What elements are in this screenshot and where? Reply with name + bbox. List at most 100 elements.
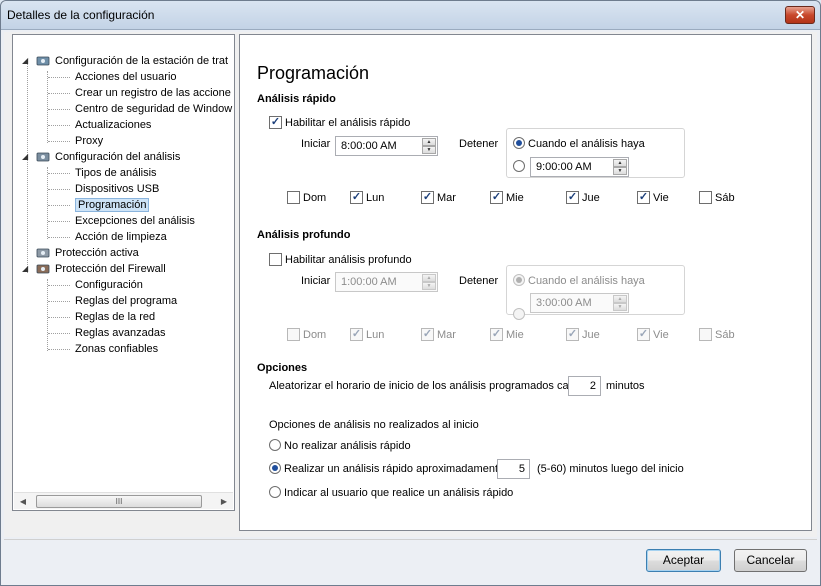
expand-toggle-icon[interactable]: ◢ <box>22 153 30 161</box>
quick-stop-time-picker[interactable]: 9:00:00 AM ▲ ▼ <box>530 157 629 177</box>
quick-start-time-picker[interactable]: 8:00:00 AM ▲ ▼ <box>335 136 438 156</box>
day-label: Jue <box>582 192 600 204</box>
tree-item[interactable]: Excepciones del análisis <box>75 213 195 229</box>
quick-day-checkbox[interactable]: ✓ Mie <box>490 190 524 205</box>
cancel-button[interactable]: Cancelar <box>734 549 807 572</box>
tree-item[interactable]: Reglas avanzadas <box>75 325 166 341</box>
tree-item[interactable]: Protección del Firewall <box>55 261 166 277</box>
tree-item[interactable]: Protección activa <box>55 245 139 261</box>
window-title: Detalles de la configuración <box>7 8 155 22</box>
quick-day-checkbox[interactable]: ✓ Mar <box>421 190 456 205</box>
spin-up-icon[interactable]: ▲ <box>422 274 436 282</box>
expand-toggle-icon[interactable]: ◢ <box>22 265 30 273</box>
checkbox-box: ✓ <box>350 190 363 204</box>
tree-item[interactable]: Reglas de la red <box>75 309 155 325</box>
tree-item-label: Reglas del programa <box>75 295 178 307</box>
tree-item-label: Programación <box>75 198 150 212</box>
deep-scan-enable-checkbox[interactable]: Habilitar análisis profundo <box>269 252 412 267</box>
deep-day-checkbox[interactable]: ✓ Mie <box>490 327 524 342</box>
day-label: Lun <box>366 329 385 341</box>
close-button[interactable]: ✕ <box>785 6 815 24</box>
tree-item[interactable]: Acción de limpieza <box>75 229 167 245</box>
radio-dot <box>269 439 281 452</box>
day-label: Dom <box>303 192 327 204</box>
tree-item-label: Acciones del usuario <box>75 71 177 83</box>
tree-item[interactable]: Programación <box>75 197 150 213</box>
radio-dot <box>269 486 281 499</box>
checkbox-box: ✓ <box>421 190 434 204</box>
title-bar[interactable]: Detalles de la configuración ✕ <box>1 1 820 30</box>
spin-down-icon[interactable]: ▼ <box>613 303 627 311</box>
missed-run-suffix: (5-60) minutos luego del inicio <box>537 463 684 475</box>
spin-down-icon[interactable]: ▼ <box>613 167 627 175</box>
deep-day-checkbox[interactable]: ✓ Vie <box>637 327 669 342</box>
tree-item[interactable]: Dispositivos USB <box>75 181 159 197</box>
tree-item-label: Protección del Firewall <box>55 263 166 275</box>
tree-item[interactable]: Acciones del usuario <box>75 69 177 85</box>
tree-horizontal-scrollbar[interactable]: ◀ III ▶ <box>14 492 233 509</box>
footer-divider <box>4 539 817 540</box>
tree-item[interactable]: Configuración de la estación de trat <box>55 53 228 69</box>
randomize-minutes-input[interactable]: 2 <box>568 376 601 396</box>
tree-item-label: Configuración <box>75 279 143 291</box>
quick-day-checkbox[interactable]: ✓ Vie <box>637 190 669 205</box>
tree-item[interactable]: Centro de seguridad de Window <box>75 101 232 117</box>
spin-up-icon[interactable]: ▲ <box>613 295 627 303</box>
quick-day-checkbox[interactable]: ✓ Lun <box>350 190 384 205</box>
missed-scans-label: Opciones de análisis no realizados al in… <box>269 419 479 431</box>
tree-item[interactable]: Proxy <box>75 133 103 149</box>
tree-item-label: Tipos de análisis <box>75 167 157 179</box>
tree-item-label: Dispositivos USB <box>75 183 160 195</box>
deep-day-checkbox[interactable]: Sáb <box>699 327 735 342</box>
deep-stop-time-picker[interactable]: 3:00:00 AM ▲ ▼ <box>530 293 629 313</box>
settings-tree: Configuración de la estación de trat ◢ Acc… <box>12 34 235 511</box>
quick-start-label: Iniciar <box>301 138 331 150</box>
spin-down-icon[interactable]: ▼ <box>422 282 436 290</box>
day-label: Vie <box>653 329 669 341</box>
deep-day-checkbox[interactable]: ✓ Jue <box>566 327 600 342</box>
radio-dot <box>513 274 525 287</box>
deep-start-time-picker[interactable]: 1:00:00 AM ▲ ▼ <box>335 272 438 292</box>
day-label: Mie <box>506 192 524 204</box>
quick-day-checkbox[interactable]: Sáb <box>699 190 735 205</box>
deep-stop-time-radio[interactable] <box>513 308 525 321</box>
tree-item-label: Proxy <box>75 135 104 147</box>
accept-button[interactable]: Aceptar <box>646 549 721 572</box>
deep-stop-when-radio[interactable]: Cuando el análisis haya <box>513 274 645 288</box>
checkbox-box: ✓ <box>421 327 434 341</box>
quick-day-checkbox[interactable]: Dom <box>287 190 327 205</box>
scroll-right-icon[interactable]: ▶ <box>217 495 231 508</box>
tree-item[interactable]: Reglas del programa <box>75 293 177 309</box>
tree-item[interactable]: Configuración del análisis <box>55 149 180 165</box>
deep-day-checkbox[interactable]: ✓ Mar <box>421 327 456 342</box>
tree-item-label: Centro de seguridad de Window <box>75 103 233 115</box>
day-label: Sáb <box>715 192 735 204</box>
missed-run-minutes-input[interactable]: 5 <box>497 459 530 479</box>
deep-day-checkbox[interactable]: Dom <box>287 327 326 342</box>
expand-toggle-icon[interactable]: ◢ <box>22 57 30 65</box>
tree-item[interactable]: Crear un registro de las accione <box>75 85 231 101</box>
options-heading: Opciones <box>257 362 308 374</box>
quick-scan-enable-checkbox[interactable]: ✓ Habilitar el análisis rápido <box>269 115 410 130</box>
tree-item-label: Configuración de la estación de trat <box>55 55 229 67</box>
scroll-thumb[interactable]: III <box>36 495 202 508</box>
tree-item[interactable]: Tipos de análisis <box>75 165 157 181</box>
firewall-icon <box>35 262 51 276</box>
missed-run-radio[interactable]: Realizar un análisis rápido aproximadame… <box>269 462 504 476</box>
spin-up-icon[interactable]: ▲ <box>422 138 436 146</box>
quick-day-checkbox[interactable]: ✓ Jue <box>566 190 600 205</box>
checkbox-box: ✓ <box>490 327 503 341</box>
quick-stop-time-radio[interactable] <box>513 160 525 173</box>
tree-item[interactable]: Zonas confiables <box>75 341 158 357</box>
tree-item-label: Excepciones del análisis <box>75 215 195 227</box>
tree-item[interactable]: Actualizaciones <box>75 117 151 133</box>
spin-down-icon[interactable]: ▼ <box>422 146 436 154</box>
deep-day-checkbox[interactable]: ✓ Lun <box>350 327 385 342</box>
missed-none-radio[interactable]: No realizar análisis rápido <box>269 439 411 453</box>
spin-up-icon[interactable]: ▲ <box>613 159 627 167</box>
missed-ask-radio[interactable]: Indicar al usuario que realice un anális… <box>269 486 513 500</box>
quick-stop-when-radio[interactable]: Cuando el análisis haya <box>513 137 645 151</box>
scroll-left-icon[interactable]: ◀ <box>16 495 30 508</box>
tree-item[interactable]: Configuración <box>75 277 143 293</box>
quick-stop-label: Detener <box>459 138 499 150</box>
